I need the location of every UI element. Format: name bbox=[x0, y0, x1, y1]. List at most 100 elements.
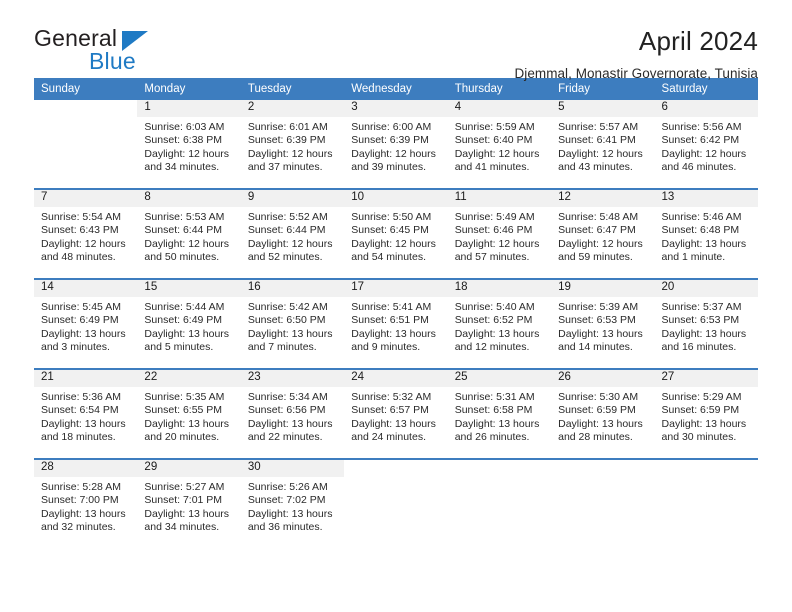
day-details: Sunrise: 6:03 AM Sunset: 6:38 PM Daylight:… bbox=[137, 117, 240, 174]
day-cell-inner: 28 Sunrise: 5:28 AM Sunset: 7:00 PM Dayligh… bbox=[34, 460, 138, 548]
day-number bbox=[448, 460, 551, 477]
day-cell-inner bbox=[655, 460, 758, 548]
sunset-text: Sunset: 6:55 PM bbox=[144, 404, 223, 417]
daylight-text-line2: and 50 minutes. bbox=[144, 250, 220, 263]
daylight-text-line1: Daylight: 13 hours bbox=[41, 507, 126, 520]
sunset-text: Sunset: 7:00 PM bbox=[41, 494, 119, 507]
sunrise-text: Sunrise: 5:53 AM bbox=[144, 211, 225, 223]
sunset-text: Sunset: 6:50 PM bbox=[247, 314, 326, 327]
day-number: 27 bbox=[654, 370, 758, 387]
sunset-text: Sunset: 6:38 PM bbox=[144, 134, 223, 147]
calendar-day-cell[interactable]: 26 Sunrise: 5:30 AM Sunset: 6:59 PM Dayligh… bbox=[551, 368, 655, 459]
daylight-text-line1: Daylight: 13 hours bbox=[247, 327, 333, 340]
daylight-text-line2: and 14 minutes. bbox=[558, 340, 633, 353]
calendar-day-cell[interactable]: 16 Sunrise: 5:42 AM Sunset: 6:50 PM Dayligh… bbox=[240, 278, 345, 369]
daylight-text-line1: Daylight: 13 hours bbox=[41, 327, 126, 340]
sunrise-text: Sunrise: 5:49 AM bbox=[454, 211, 535, 223]
daylight-text-line2: and 36 minutes. bbox=[247, 520, 323, 533]
daylight-text-line2: and 7 minutes. bbox=[247, 340, 317, 353]
calendar-day-cell[interactable]: 6 Sunrise: 5:56 AM Sunset: 6:42 PM Daylight… bbox=[654, 100, 758, 189]
calendar-day-cell[interactable]: 14 Sunrise: 5:45 AM Sunset: 6:49 PM Dayligh… bbox=[34, 278, 138, 369]
daylight-text-line2: and 59 minutes. bbox=[558, 250, 633, 263]
sunrise-text: Sunrise: 5:59 AM bbox=[454, 121, 535, 133]
sunrise-text: Sunrise: 5:34 AM bbox=[247, 391, 328, 403]
day-details: Sunrise: 6:00 AM Sunset: 6:39 PM Daylight:… bbox=[344, 117, 447, 174]
daylight-text-line2: and 16 minutes. bbox=[661, 340, 737, 353]
calendar-day-cell[interactable]: 18 Sunrise: 5:40 AM Sunset: 6:52 PM Dayligh… bbox=[447, 278, 552, 369]
daylight-text-line2: and 30 minutes. bbox=[661, 430, 737, 443]
calendar-day-cell[interactable]: 2 Sunrise: 6:01 AM Sunset: 6:39 PM Daylight… bbox=[240, 100, 345, 189]
sunrise-text: Sunrise: 5:54 AM bbox=[41, 211, 121, 223]
calendar-day-cell[interactable]: 24 Sunrise: 5:32 AM Sunset: 6:57 PM Dayligh… bbox=[344, 368, 448, 459]
day-details: Sunrise: 5:59 AM Sunset: 6:40 PM Daylight:… bbox=[448, 117, 551, 174]
day-cell-inner: 4 Sunrise: 5:59 AM Sunset: 6:40 PM Daylight… bbox=[447, 100, 552, 188]
calendar-day-cell bbox=[447, 458, 552, 548]
daylight-text-line2: and 1 minute. bbox=[661, 250, 726, 263]
sunset-text: Sunset: 6:41 PM bbox=[558, 134, 636, 147]
daylight-text-line1: Daylight: 13 hours bbox=[558, 417, 643, 430]
calendar-day-cell[interactable]: 8 Sunrise: 5:53 AM Sunset: 6:44 PM Daylight… bbox=[137, 188, 241, 279]
sunrise-text: Sunrise: 6:01 AM bbox=[247, 121, 328, 133]
day-cell-inner: 7 Sunrise: 5:54 AM Sunset: 6:43 PM Daylight… bbox=[34, 190, 138, 278]
day-cell-inner: 15 Sunrise: 5:44 AM Sunset: 6:49 PM Dayligh… bbox=[137, 280, 241, 368]
sunset-text: Sunset: 6:47 PM bbox=[558, 224, 636, 237]
calendar-day-cell[interactable]: 15 Sunrise: 5:44 AM Sunset: 6:49 PM Dayligh… bbox=[137, 278, 241, 369]
daylight-text-line2: and 24 minutes. bbox=[351, 430, 426, 443]
calendar-day-cell[interactable]: 22 Sunrise: 5:35 AM Sunset: 6:55 PM Dayligh… bbox=[137, 368, 241, 459]
sunset-text: Sunset: 6:43 PM bbox=[41, 224, 119, 237]
day-number: 15 bbox=[137, 280, 241, 297]
sunrise-text: Sunrise: 5:42 AM bbox=[247, 301, 328, 313]
day-number: 23 bbox=[240, 370, 345, 387]
calendar-day-cell[interactable]: 1 Sunrise: 6:03 AM Sunset: 6:38 PM Daylight… bbox=[137, 100, 241, 189]
daylight-text-line2: and 28 minutes. bbox=[558, 430, 633, 443]
day-details: Sunrise: 5:48 AM Sunset: 6:47 PM Daylight:… bbox=[551, 207, 654, 264]
sunrise-text: Sunrise: 5:26 AM bbox=[247, 481, 328, 493]
day-details: Sunrise: 5:34 AM Sunset: 6:56 PM Daylight:… bbox=[241, 387, 344, 444]
calendar-day-cell[interactable]: 11 Sunrise: 5:49 AM Sunset: 6:46 PM Dayligh… bbox=[447, 188, 552, 279]
sunset-text: Sunset: 6:39 PM bbox=[351, 134, 429, 147]
calendar-day-cell[interactable]: 30 Sunrise: 5:26 AM Sunset: 7:02 PM Dayligh… bbox=[240, 458, 345, 548]
day-details: Sunrise: 5:52 AM Sunset: 6:44 PM Daylight:… bbox=[241, 207, 344, 264]
sunrise-text: Sunrise: 6:03 AM bbox=[144, 121, 225, 133]
calendar-day-cell[interactable]: 5 Sunrise: 5:57 AM Sunset: 6:41 PM Daylight… bbox=[551, 100, 655, 189]
day-number: 14 bbox=[34, 280, 138, 297]
calendar-day-cell[interactable]: 10 Sunrise: 5:50 AM Sunset: 6:45 PM Dayligh… bbox=[344, 188, 448, 279]
sunset-text: Sunset: 6:57 PM bbox=[351, 404, 429, 417]
sunrise-text: Sunrise: 5:48 AM bbox=[558, 211, 639, 223]
day-details: Sunrise: 5:27 AM Sunset: 7:01 PM Daylight:… bbox=[137, 477, 240, 534]
calendar-day-cell[interactable]: 4 Sunrise: 5:59 AM Sunset: 6:40 PM Daylight… bbox=[447, 100, 552, 189]
calendar-day-cell[interactable]: 27 Sunrise: 5:29 AM Sunset: 6:59 PM Dayligh… bbox=[654, 368, 758, 459]
calendar-day-cell[interactable]: 23 Sunrise: 5:34 AM Sunset: 6:56 PM Dayligh… bbox=[240, 368, 345, 459]
calendar-day-cell[interactable]: 25 Sunrise: 5:31 AM Sunset: 6:58 PM Dayligh… bbox=[447, 368, 552, 459]
daylight-text-line2: and 12 minutes. bbox=[454, 340, 530, 353]
calendar-day-cell[interactable]: 20 Sunrise: 5:37 AM Sunset: 6:53 PM Dayligh… bbox=[654, 278, 758, 369]
calendar-day-cell[interactable]: 28 Sunrise: 5:28 AM Sunset: 7:00 PM Dayligh… bbox=[34, 458, 138, 548]
weekday-header-saturday: Saturday bbox=[654, 78, 758, 100]
calendar-day-cell[interactable]: 19 Sunrise: 5:39 AM Sunset: 6:53 PM Dayligh… bbox=[551, 278, 655, 369]
calendar-day-cell[interactable]: 9 Sunrise: 5:52 AM Sunset: 6:44 PM Daylight… bbox=[240, 188, 345, 279]
day-number bbox=[655, 460, 758, 477]
daylight-text-line2: and 5 minutes. bbox=[144, 340, 214, 353]
day-cell-inner: 21 Sunrise: 5:36 AM Sunset: 6:54 PM Dayligh… bbox=[34, 370, 138, 458]
day-details bbox=[551, 477, 654, 481]
day-number: 1 bbox=[137, 100, 241, 117]
calendar-day-cell[interactable]: 29 Sunrise: 5:27 AM Sunset: 7:01 PM Dayligh… bbox=[137, 458, 241, 548]
calendar-day-cell[interactable]: 7 Sunrise: 5:54 AM Sunset: 6:43 PM Daylight… bbox=[34, 188, 138, 279]
calendar-day-cell[interactable]: 13 Sunrise: 5:46 AM Sunset: 6:48 PM Dayligh… bbox=[654, 188, 758, 279]
calendar-day-cell[interactable]: 12 Sunrise: 5:48 AM Sunset: 6:47 PM Dayligh… bbox=[551, 188, 655, 279]
day-cell-inner: 25 Sunrise: 5:31 AM Sunset: 6:58 PM Dayligh… bbox=[447, 370, 552, 458]
day-cell-inner: 10 Sunrise: 5:50 AM Sunset: 6:45 PM Dayligh… bbox=[344, 190, 448, 278]
day-number: 12 bbox=[551, 190, 655, 207]
day-cell-inner: 26 Sunrise: 5:30 AM Sunset: 6:59 PM Dayligh… bbox=[551, 370, 655, 458]
daylight-text-line1: Daylight: 13 hours bbox=[41, 417, 126, 430]
calendar-day-cell[interactable]: 21 Sunrise: 5:36 AM Sunset: 6:54 PM Dayligh… bbox=[34, 368, 138, 459]
daylight-text-line2: and 54 minutes. bbox=[351, 250, 426, 263]
sunset-text: Sunset: 6:46 PM bbox=[454, 224, 533, 237]
daylight-text-line1: Daylight: 13 hours bbox=[351, 327, 436, 340]
sunrise-sunset-calendar: Sunday Monday Tuesday Wednesday Thursday… bbox=[34, 78, 758, 548]
daylight-text-line2: and 48 minutes. bbox=[41, 250, 116, 263]
calendar-day-cell[interactable]: 3 Sunrise: 6:00 AM Sunset: 6:39 PM Daylight… bbox=[344, 100, 448, 189]
calendar-day-cell[interactable]: 17 Sunrise: 5:41 AM Sunset: 6:51 PM Dayligh… bbox=[344, 278, 448, 369]
calendar-week-row: 21 Sunrise: 5:36 AM Sunset: 6:54 PM Dayligh… bbox=[34, 368, 758, 459]
day-cell-inner bbox=[344, 460, 447, 548]
